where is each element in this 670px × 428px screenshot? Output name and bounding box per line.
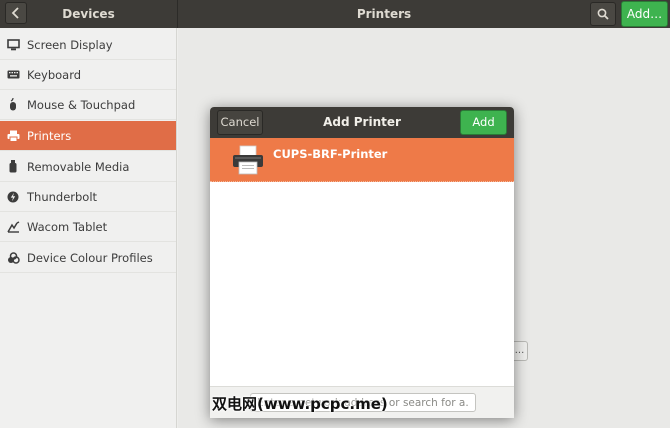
sidebar-item-printers[interactable]: Printers xyxy=(0,121,176,151)
sidebar-item-thunderbolt[interactable]: Thunderbolt xyxy=(0,182,176,212)
tablet-icon xyxy=(6,220,20,234)
sidebar: Screen Display Keyboard Mouse & Touchpad… xyxy=(0,28,177,428)
sidebar-item-label: Screen Display xyxy=(27,37,113,52)
sidebar-item-device-colour-profiles[interactable]: Device Colour Profiles xyxy=(0,243,176,273)
add-printer-dialog: Cancel Add Printer Add CUPS-BRF-Printer xyxy=(210,107,514,418)
sidebar-item-label: Wacom Tablet xyxy=(27,219,108,234)
sidebar-item-wacom-tablet[interactable]: Wacom Tablet xyxy=(0,212,176,242)
sidebar-item-mouse-touchpad[interactable]: Mouse & Touchpad xyxy=(0,90,176,120)
dialog-title: Add Printer xyxy=(323,115,401,129)
dialog-header: Cancel Add Printer Add xyxy=(210,107,514,138)
search-button[interactable] xyxy=(590,2,616,26)
add-button[interactable]: Add xyxy=(460,110,507,135)
display-icon xyxy=(6,38,20,52)
cancel-button[interactable]: Cancel xyxy=(217,110,263,135)
add-printer-button[interactable]: Add… xyxy=(621,1,668,27)
header-bar: Devices Printers Add… xyxy=(0,0,670,28)
mouse-icon xyxy=(6,98,20,112)
search-icon xyxy=(597,8,609,20)
sidebar-item-label: Device Colour Profiles xyxy=(27,250,153,265)
keyboard-icon xyxy=(6,68,20,82)
sidebar-item-label: Removable Media xyxy=(27,159,130,174)
page-title: Printers xyxy=(356,7,412,21)
printer-icon xyxy=(6,129,20,143)
printer-icon xyxy=(232,145,264,175)
sidebar-item-label: Printers xyxy=(27,128,72,143)
watermark: 双电网(www.pcpc.me) xyxy=(212,395,388,413)
devices-title: Devices xyxy=(62,7,115,21)
colour-profiles-icon xyxy=(6,251,20,265)
sidebar-item-label: Thunderbolt xyxy=(27,189,98,204)
printer-name: CUPS-BRF-Printer xyxy=(273,147,388,161)
sidebar-item-removable-media[interactable]: Removable Media xyxy=(0,152,176,182)
sidebar-item-screen-display[interactable]: Screen Display xyxy=(0,30,176,60)
printer-list xyxy=(210,182,514,386)
sidebar-item-label: Mouse & Touchpad xyxy=(27,97,136,112)
sidebar-item-keyboard[interactable]: Keyboard xyxy=(0,60,176,90)
thunderbolt-icon xyxy=(6,190,20,204)
list-item-printer[interactable]: CUPS-BRF-Printer xyxy=(210,138,514,182)
usb-media-icon xyxy=(6,160,20,174)
sidebar-item-label: Keyboard xyxy=(27,67,82,82)
